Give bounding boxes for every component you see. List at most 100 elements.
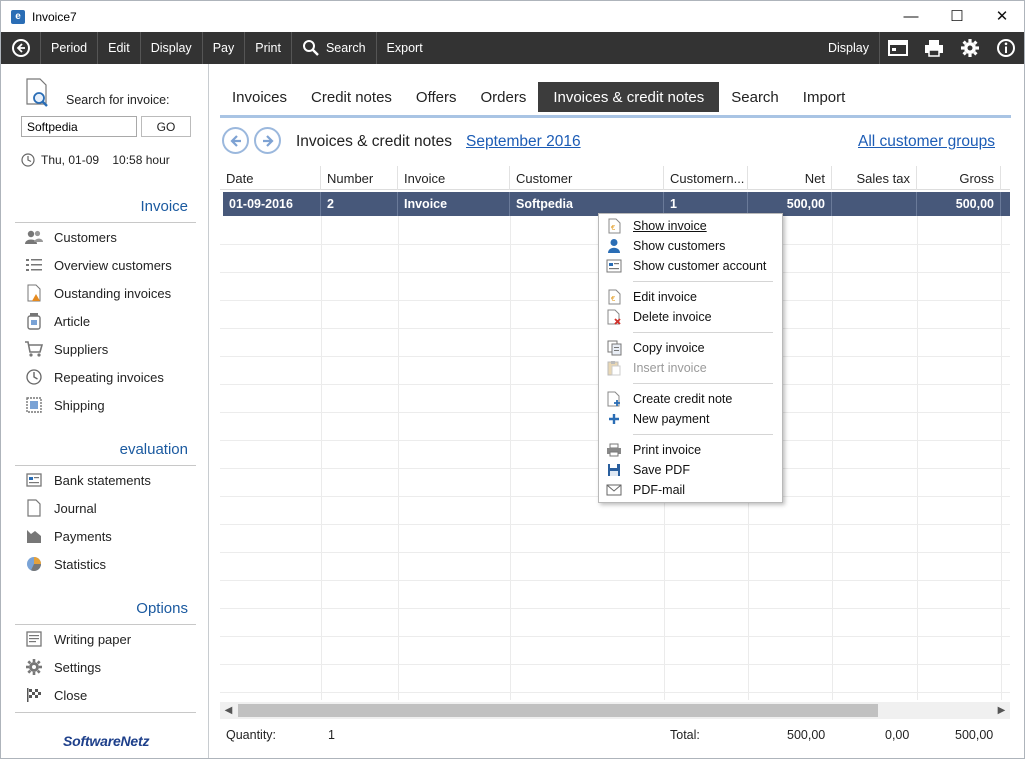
previous-period-button[interactable] (222, 127, 249, 154)
nav-shipping[interactable]: Shipping (25, 394, 105, 416)
menu-separator (633, 332, 773, 333)
customer-groups-link[interactable]: All customer groups (858, 133, 995, 151)
column-header-sales-tax[interactable]: Sales tax (832, 166, 917, 190)
info-icon[interactable] (988, 32, 1024, 64)
menu-item-show-customer-account[interactable]: Show customer account (599, 256, 782, 276)
menu-item-save-pdf[interactable]: Save PDF (599, 460, 782, 480)
main-toolbar: Period Edit Display Pay Print Search Exp… (1, 32, 1024, 64)
scroll-left-icon[interactable]: ◀ (220, 702, 237, 719)
close-window-button[interactable]: ✕ (979, 1, 1025, 31)
display-right-button[interactable]: Display (818, 32, 880, 64)
menu-item-delete-invoice[interactable]: Delete invoice (599, 307, 782, 327)
total-label: Total: (670, 728, 700, 742)
menu-item-create-credit-note[interactable]: Create credit note (599, 389, 782, 409)
nav-outstanding-invoices[interactable]: Oustanding invoices (25, 282, 171, 304)
menu-print[interactable]: Print (245, 32, 292, 64)
minimize-button[interactable]: — (888, 1, 934, 31)
horizontal-scrollbar[interactable]: ◀ ▶ (220, 702, 1010, 719)
menu-item-edit-invoice[interactable]: € Edit invoice (599, 287, 782, 307)
nav-label: Close (54, 687, 88, 703)
date-time: Thu, 01-09 10:58 hour (21, 153, 170, 167)
next-period-button[interactable] (254, 127, 281, 154)
save-icon (606, 462, 622, 478)
menu-item-label: PDF-mail (633, 483, 686, 497)
grid-line (220, 692, 1010, 693)
quantity-value: 1 (328, 728, 335, 742)
menu-edit[interactable]: Edit (98, 32, 141, 64)
pie-chart-icon (25, 555, 43, 573)
tab-import[interactable]: Import (791, 82, 858, 112)
search-label: Search for invoice: (66, 93, 170, 107)
nav-close[interactable]: Close (25, 684, 87, 706)
mail-icon (606, 482, 622, 498)
nav-label: Suppliers (54, 341, 109, 357)
column-header-invoice[interactable]: Invoice (398, 166, 510, 190)
tab-offers[interactable]: Offers (404, 82, 469, 112)
cell-date: 01-09-2016 (223, 192, 321, 216)
column-header-customer-number[interactable]: Customern... (664, 166, 748, 190)
cell-gross: 500,00 (917, 192, 1001, 216)
nav-label: Statistics (54, 556, 107, 572)
column-header-date[interactable]: Date (220, 166, 321, 190)
nav-suppliers[interactable]: Suppliers (25, 338, 108, 360)
nav-overview-customers[interactable]: Overview customers (25, 254, 172, 276)
grid-line (832, 216, 833, 700)
menu-search[interactable]: Search (292, 32, 377, 64)
edit-invoice-icon: € (606, 289, 622, 305)
nav-writing-paper[interactable]: Writing paper (25, 628, 131, 650)
nav-customers[interactable]: Customers (25, 226, 117, 248)
toolbar-right: Display (818, 32, 1024, 64)
nav-label: Bank statements (54, 472, 151, 488)
list-icon (25, 256, 43, 274)
printer-icon[interactable] (916, 32, 952, 64)
menu-item-show-customers[interactable]: Show customers (599, 236, 782, 256)
menu-item-label: Insert invoice (633, 361, 707, 375)
softwarenetz-logo: SoftwareNetz (63, 733, 150, 749)
menu-export[interactable]: Export (377, 32, 433, 64)
gear-icon[interactable] (952, 32, 988, 64)
tab-search[interactable]: Search (719, 82, 791, 112)
invoice-search-input[interactable] (21, 116, 137, 137)
tab-orders[interactable]: Orders (468, 82, 538, 112)
column-header-net[interactable]: Net (748, 166, 832, 190)
nav-label: Settings (54, 659, 101, 675)
blank-document-icon (25, 499, 43, 517)
window-view-icon[interactable] (880, 32, 916, 64)
tab-invoices-credit-notes[interactable]: Invoices & credit notes (538, 82, 720, 112)
nav-bank-statements[interactable]: Bank statements (25, 469, 151, 491)
nav-repeating-invoices[interactable]: Repeating invoices (25, 366, 164, 388)
section-options: Options (136, 600, 188, 617)
period-link[interactable]: September 2016 (466, 133, 581, 151)
column-header-customer[interactable]: Customer (510, 166, 664, 190)
nav-settings[interactable]: Settings (25, 656, 101, 678)
scroll-right-icon[interactable]: ▶ (993, 702, 1010, 719)
menu-item-label: Print invoice (633, 443, 702, 457)
back-button[interactable] (1, 32, 41, 64)
nav-payments[interactable]: Payments (25, 525, 112, 547)
menu-item-new-payment[interactable]: New payment (599, 409, 782, 429)
tab-invoices[interactable]: Invoices (220, 82, 299, 112)
menu-item-print-invoice[interactable]: Print invoice (599, 440, 782, 460)
menu-item-label: Create credit note (633, 392, 733, 406)
menu-pay[interactable]: Pay (203, 32, 246, 64)
nav-label: Overview customers (54, 257, 172, 273)
nav-statistics[interactable]: Statistics (25, 553, 106, 575)
scrollbar-thumb[interactable] (238, 704, 878, 717)
menu-display[interactable]: Display (141, 32, 203, 64)
plus-icon (606, 411, 622, 427)
menu-item-show-invoice[interactable]: € Show invoice (599, 216, 782, 236)
maximize-button[interactable]: ☐ (934, 1, 980, 31)
menu-item-label: Copy invoice (633, 341, 705, 355)
grid-line (398, 216, 399, 700)
invoice-icon: € (606, 218, 622, 234)
menu-period[interactable]: Period (41, 32, 99, 64)
menu-item-pdf-mail[interactable]: PDF-mail (599, 480, 782, 500)
nav-article[interactable]: Article (25, 310, 90, 332)
tab-credit-notes[interactable]: Credit notes (299, 82, 404, 112)
column-header-number[interactable]: Number (321, 166, 398, 190)
nav-journal[interactable]: Journal (25, 497, 97, 519)
go-button[interactable]: GO (141, 116, 191, 137)
menu-item-copy-invoice[interactable]: Copy invoice (599, 338, 782, 358)
column-header-gross[interactable]: Gross (917, 166, 1001, 190)
nav-label: Customers (54, 229, 117, 245)
